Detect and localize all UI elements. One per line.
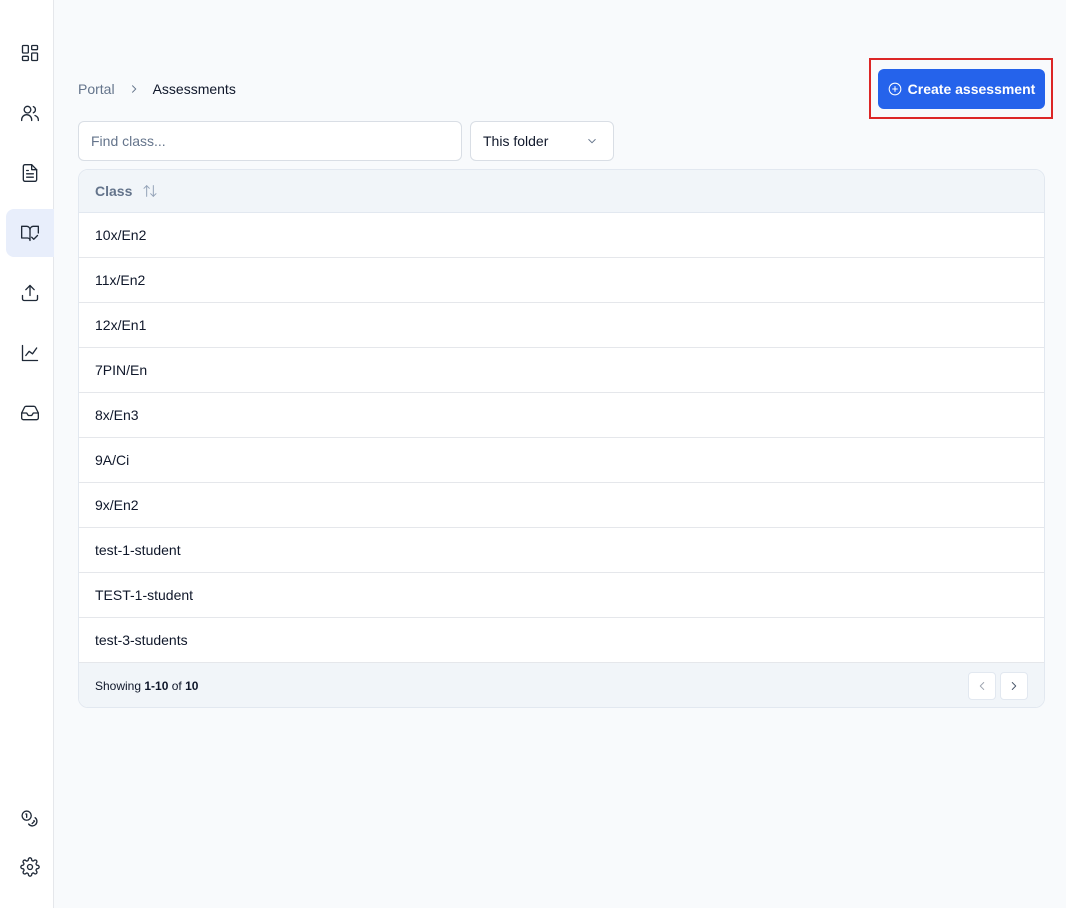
- plus-circle-icon: [888, 82, 902, 96]
- table-header: Class: [79, 170, 1044, 213]
- pagination-summary: Showing 1-10 of 10: [95, 679, 198, 693]
- upload-icon: [21, 284, 39, 302]
- classes-table: Class 10x/En2 11x/En2 12x/En1 7PIN/En 8x…: [78, 169, 1045, 708]
- class-name: 7PIN/En: [95, 362, 148, 378]
- pagination-controls: [968, 671, 1028, 700]
- column-header-class[interactable]: Class: [95, 183, 132, 199]
- chart-line-icon: [21, 344, 39, 362]
- table-row[interactable]: test-1-student: [79, 528, 1044, 573]
- breadcrumb-current: Assessments: [152, 81, 236, 97]
- chevron-left-icon: [979, 681, 985, 690]
- class-name: test-1-student: [95, 542, 181, 558]
- table-row[interactable]: 11x/En2: [79, 258, 1044, 303]
- folder-select-value: This folder: [483, 133, 549, 149]
- class-name: 9A/Ci: [95, 452, 130, 468]
- table-row[interactable]: 9x/En2: [79, 483, 1044, 528]
- table-row[interactable]: 9A/Ci: [79, 438, 1044, 483]
- chevron-down-icon: [588, 138, 596, 144]
- nav-inbox[interactable]: [6, 389, 54, 437]
- dashboard-icon: [21, 44, 39, 62]
- class-name: 9x/En2: [95, 497, 139, 513]
- nav-dashboard[interactable]: [6, 29, 54, 77]
- table-footer: Showing 1-10 of 10: [79, 663, 1044, 707]
- showing-total: 10: [185, 678, 199, 693]
- nav-settings[interactable]: [6, 843, 54, 891]
- nav-credits[interactable]: [6, 795, 54, 843]
- sidebar: [0, 0, 54, 908]
- users-icon: [21, 105, 39, 122]
- showing-label: Showing: [95, 678, 142, 693]
- class-name: 11x/En2: [95, 272, 146, 288]
- class-name: test-3-students: [95, 632, 188, 648]
- create-assessment-button[interactable]: Create assessment: [878, 69, 1045, 109]
- sort-icon[interactable]: [142, 183, 158, 199]
- table-row[interactable]: 7PIN/En: [79, 348, 1044, 393]
- nav-documents[interactable]: [6, 149, 54, 197]
- chevron-right-icon: [1011, 681, 1017, 690]
- nav-analytics[interactable]: [6, 329, 54, 377]
- class-name: TEST-1-student: [95, 587, 194, 603]
- showing-range: 1-10: [144, 678, 169, 693]
- find-class-input[interactable]: [78, 121, 462, 161]
- nav-users[interactable]: [6, 89, 54, 137]
- gear-icon: [20, 857, 40, 877]
- chevron-right-icon: [127, 82, 141, 96]
- table-row[interactable]: 10x/En2: [79, 213, 1044, 258]
- next-page-button[interactable]: [1000, 671, 1028, 700]
- class-name: 8x/En3: [95, 407, 139, 423]
- create-assessment-label: Create assessment: [907, 81, 1036, 97]
- table-row[interactable]: 12x/En1: [79, 303, 1044, 348]
- of-label: of: [171, 678, 182, 693]
- table-row[interactable]: TEST-1-student: [79, 573, 1044, 618]
- breadcrumb-portal-link[interactable]: Portal: [78, 81, 115, 97]
- folder-select[interactable]: This folder: [470, 121, 614, 161]
- prev-page-button[interactable]: [968, 671, 996, 700]
- nav-assessments[interactable]: [6, 209, 54, 257]
- book-check-icon: [21, 225, 39, 242]
- inbox-icon: [21, 405, 39, 421]
- class-name: 12x/En1: [95, 317, 147, 333]
- class-name: 10x/En2: [95, 227, 147, 243]
- document-icon: [22, 164, 38, 182]
- breadcrumb: Portal Assessments: [78, 80, 236, 98]
- table-row[interactable]: 8x/En3: [79, 393, 1044, 438]
- table-row[interactable]: test-3-students: [79, 618, 1044, 663]
- coins-icon: [21, 810, 38, 827]
- nav-upload[interactable]: [6, 269, 54, 317]
